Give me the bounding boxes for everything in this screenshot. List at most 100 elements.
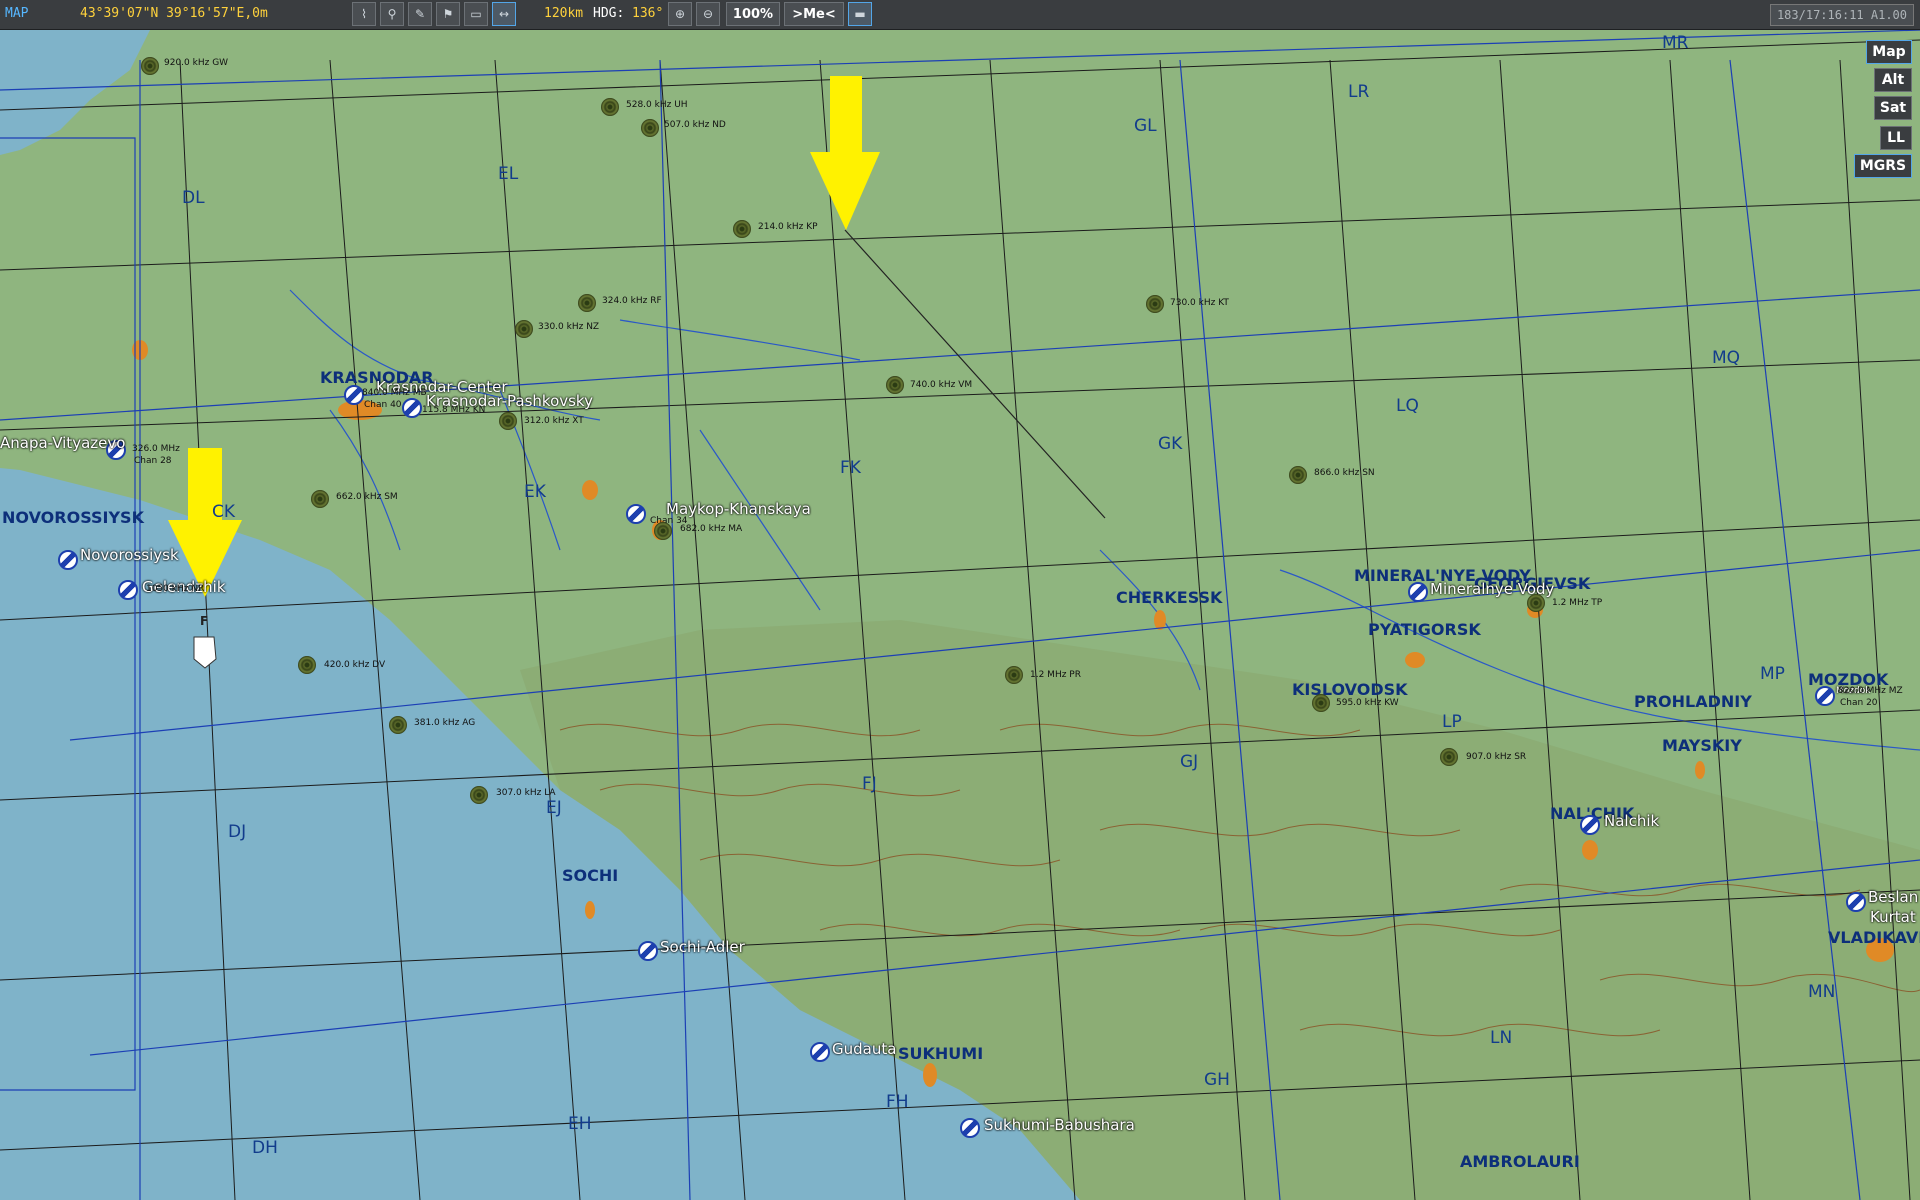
grid-label: MN	[1808, 982, 1836, 1002]
measure-tool-icon[interactable]: ↔	[492, 2, 516, 26]
airfield-icon[interactable]	[118, 580, 138, 600]
navaid-label: 662.0 kHz SM	[336, 492, 398, 502]
zoom-out-icon[interactable]: ⊖	[696, 2, 720, 26]
navaid-label: 820.0 MHz MZ	[1838, 686, 1903, 696]
ndb-icon[interactable]	[1312, 694, 1330, 712]
top-toolbar: MAP 43°39'07"N 39°16'57"E,0m ⌇ ⚲ ✎ ⚑ ▭ ↔…	[0, 0, 1920, 30]
ndb-icon[interactable]	[1146, 295, 1164, 313]
alt-layer-button[interactable]: Alt	[1874, 68, 1912, 92]
mission-time: 183/17:16:11 A1.00	[1769, 4, 1914, 26]
airfield-label[interactable]: Sochi-Adler	[660, 938, 745, 956]
heading-label: HDG:	[593, 6, 625, 21]
navaid-label: 682.0 kHz MA	[680, 524, 743, 534]
grid-label: EH	[568, 1114, 592, 1134]
ndb-icon[interactable]	[1289, 466, 1307, 484]
navaid-label: 381.0 kHz AG	[414, 718, 476, 728]
navaid-label: 312.0 kHz XT	[524, 416, 584, 426]
airfield-icon[interactable]	[1846, 892, 1866, 912]
airfield-label[interactable]: Beslan	[1868, 888, 1918, 906]
ndb-icon[interactable]	[389, 716, 407, 734]
ndb-icon[interactable]	[515, 320, 533, 338]
map-canvas[interactable]: F MR LR GL DL EL MQ LQ FK GK EK CK MP LP…	[0, 30, 1920, 1200]
city-label: CHERKESSK	[1116, 588, 1223, 607]
center-on-me-button[interactable]: >Me<	[784, 2, 844, 26]
airfield-icon[interactable]	[810, 1042, 830, 1062]
collapse-icon[interactable]: ▬	[848, 2, 872, 26]
airfield-label[interactable]: Novorossiysk	[80, 546, 179, 564]
ndb-icon[interactable]	[733, 220, 751, 238]
airfield-label[interactable]: Nalchik	[1604, 812, 1659, 830]
airfield-icon[interactable]	[1815, 686, 1835, 706]
navaid-label: 420.0 kHz DV	[324, 660, 386, 670]
grid-label: GH	[1204, 1070, 1230, 1090]
airfield-label[interactable]: Anapa-Vityazevo	[0, 434, 125, 452]
ndb-icon[interactable]	[499, 412, 517, 430]
ndb-icon[interactable]	[886, 376, 904, 394]
ndb-icon[interactable]	[311, 490, 329, 508]
airfield-icon[interactable]	[344, 385, 364, 405]
grid-label: GL	[1134, 116, 1157, 136]
ndb-icon[interactable]	[141, 57, 159, 75]
airfield-label[interactable]: Kurtat	[1870, 908, 1916, 926]
grid-label: LQ	[1396, 396, 1419, 416]
city-label: SOCHI	[562, 866, 619, 885]
comment-tool-icon[interactable]: ▭	[464, 2, 488, 26]
airfield-icon[interactable]	[960, 1118, 980, 1138]
grid-label: DH	[252, 1138, 278, 1158]
navaid-label: 595.0 kHz KW	[1336, 698, 1399, 708]
navaid-label: 730.0 kHz KT	[1170, 298, 1229, 308]
flag-marker-letter[interactable]: F	[200, 614, 208, 628]
terrain-layer	[0, 30, 1920, 1200]
flag-tool-icon[interactable]: ⚑	[436, 2, 460, 26]
navaid-label: 115.8 MHz KN	[422, 405, 486, 415]
navaid-label: 740.0 kHz VM	[910, 380, 973, 390]
grid-label: DL	[182, 188, 205, 208]
airfield-icon[interactable]	[1408, 582, 1428, 602]
ndb-icon[interactable]	[654, 522, 672, 540]
mission-time-text: 183/17:16:11 A1.00	[1776, 8, 1907, 22]
grid-label: EK	[524, 482, 546, 502]
airfield-label[interactable]: Sukhumi-Babushara	[984, 1116, 1135, 1134]
navaid-label: 326.0 MHz	[132, 444, 180, 454]
grid-label: LN	[1490, 1028, 1513, 1048]
ndb-icon[interactable]	[578, 294, 596, 312]
ll-grid-button[interactable]: LL	[1880, 126, 1912, 150]
city-label: NOVOROSSIYSK	[2, 508, 144, 527]
ndb-icon[interactable]	[601, 98, 619, 116]
zoom-in-icon[interactable]: ⊕	[668, 2, 692, 26]
navaid-label: 528.0 kHz UH	[626, 100, 688, 110]
navaid-label: Chan 20	[1840, 698, 1878, 708]
route-tool-icon[interactable]: ⌇	[352, 2, 376, 26]
grid-label: GJ	[1180, 752, 1199, 772]
grid-label: FJ	[862, 774, 877, 794]
ndb-icon[interactable]	[1005, 666, 1023, 684]
grid-label: LR	[1348, 82, 1370, 102]
city-label: VLADIKAVKAZ	[1828, 928, 1920, 947]
airfield-icon[interactable]	[638, 941, 658, 961]
airfield-icon[interactable]	[58, 550, 78, 570]
ndb-icon[interactable]	[641, 119, 659, 137]
navaid-label: 840.0 MHz MB	[362, 388, 427, 398]
airfield-label[interactable]: Gudauta	[832, 1040, 896, 1058]
grid-label: GK	[1158, 434, 1183, 454]
grid-label: DJ	[228, 822, 247, 842]
navaid-label: 214.0 kHz KP	[758, 222, 818, 232]
navaid-label: 330.0 kHz NZ	[538, 322, 600, 332]
ndb-icon[interactable]	[1440, 748, 1458, 766]
ndb-icon[interactable]	[1527, 594, 1545, 612]
zoom-level-button[interactable]: 100%	[726, 2, 780, 26]
ndb-icon[interactable]	[298, 656, 316, 674]
ruler-tool-icon[interactable]: ⚲	[380, 2, 404, 26]
airfield-icon[interactable]	[626, 504, 646, 524]
grid-label: CK	[212, 502, 236, 522]
marker-tool-icon[interactable]: ✎	[408, 2, 432, 26]
airfield-icon[interactable]	[402, 398, 422, 418]
map-layer-button[interactable]: Map	[1866, 40, 1912, 64]
airfield-icon[interactable]	[1580, 815, 1600, 835]
ndb-icon[interactable]	[470, 786, 488, 804]
sat-layer-button[interactable]: Sat	[1874, 96, 1912, 120]
mgrs-grid-button[interactable]: MGRS	[1854, 154, 1912, 178]
grid-label: MR	[1662, 33, 1689, 53]
navaid-label: 866.0 kHz SN	[1314, 468, 1375, 478]
navaid-label: 1050 kHz NR	[146, 584, 205, 594]
